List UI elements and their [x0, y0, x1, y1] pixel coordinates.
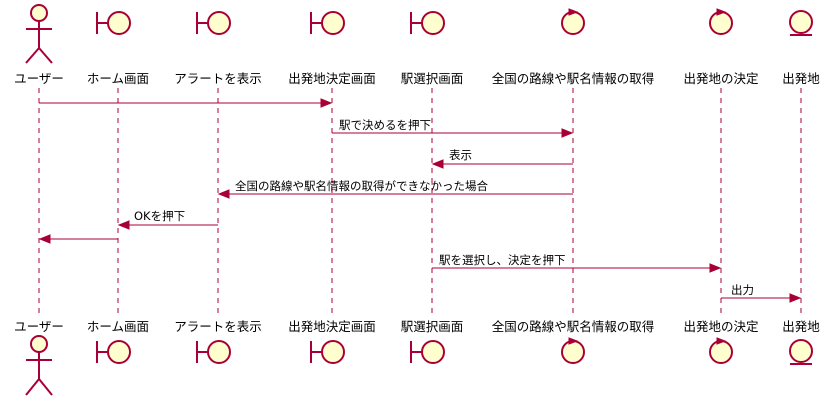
sequence-diagram: ユーザー ホーム画面 アラートを表示 出発地決定画面 駅選択画面 全国の路線や駅… — [14, 4, 820, 396]
participant-label-alert: アラートを表示 — [174, 71, 262, 86]
entity-icon — [789, 339, 813, 365]
boundary-icon — [196, 11, 231, 35]
control-icon — [709, 337, 733, 364]
participant-label-alert: アラートを表示 — [174, 319, 262, 334]
boundary-icon — [96, 11, 131, 35]
control-icon — [709, 8, 733, 35]
boundary-icon — [310, 11, 345, 35]
participant-label-user: ユーザー — [14, 319, 64, 334]
participant-label-decide: 出発地の決定 — [683, 71, 758, 86]
participant-labels-top: ユーザー ホーム画面 アラートを表示 出発地決定画面 駅選択画面 全国の路線や駅… — [14, 71, 820, 86]
participant-labels-bottom: ユーザー ホーム画面 アラートを表示 出発地決定画面 駅選択画面 全国の路線や駅… — [14, 319, 820, 334]
boundary-icon — [410, 11, 445, 35]
message-label: OKを押下 — [134, 209, 185, 223]
participant-label-user: ユーザー — [14, 71, 64, 86]
actor-icon — [25, 335, 53, 396]
control-icon — [561, 8, 585, 35]
participant-label-fetch: 全国の路線や駅名情報の取得 — [492, 319, 655, 334]
participant-label-origin: 出発地 — [782, 319, 820, 334]
participant-label-decide: 出発地の決定 — [683, 319, 758, 334]
message-label: 駅を選択し、決定を押下 — [439, 253, 566, 267]
messages: 駅で決めるを押下 表示 全国の路線や駅名情報の取得ができなかった場合 OKを押下 — [38, 98, 802, 303]
participant-label-home: ホーム画面 — [87, 319, 149, 334]
message-label: 駅で決めるを押下 — [339, 118, 431, 132]
message-arrow: 駅で決めるを押下 — [332, 118, 574, 138]
participant-heads-bottom — [25, 335, 813, 396]
message-arrow: 駅を選択し、決定を押下 — [432, 253, 722, 273]
participant-label-station-screen: 駅選択画面 — [401, 71, 464, 86]
control-icon — [561, 337, 585, 364]
message-arrow — [38, 234, 118, 244]
message-arrow — [39, 98, 333, 108]
message-label: 出力 — [731, 283, 754, 297]
boundary-icon — [96, 340, 131, 364]
message-label: 表示 — [449, 148, 472, 162]
message-arrow: 表示 — [431, 148, 573, 169]
participant-heads-top — [25, 4, 813, 64]
message-label: 全国の路線や駅名情報の取得ができなかった場合 — [235, 179, 488, 193]
participant-label-origin: 出発地 — [782, 71, 820, 86]
message-arrow: 出力 — [721, 283, 802, 303]
actor-icon — [25, 4, 53, 64]
boundary-icon — [310, 340, 345, 364]
boundary-icon — [410, 340, 445, 364]
message-arrow: 全国の路線や駅名情報の取得ができなかった場合 — [217, 179, 573, 199]
participant-label-fetch: 全国の路線や駅名情報の取得 — [492, 71, 655, 86]
participant-label-origin-screen: 出発地決定画面 — [288, 71, 376, 86]
entity-icon — [789, 10, 813, 36]
message-arrow: OKを押下 — [117, 209, 218, 230]
boundary-icon — [196, 340, 231, 364]
participant-label-station-screen: 駅選択画面 — [401, 319, 464, 334]
participant-label-home: ホーム画面 — [87, 71, 149, 86]
participant-label-origin-screen: 出発地決定画面 — [288, 319, 376, 334]
